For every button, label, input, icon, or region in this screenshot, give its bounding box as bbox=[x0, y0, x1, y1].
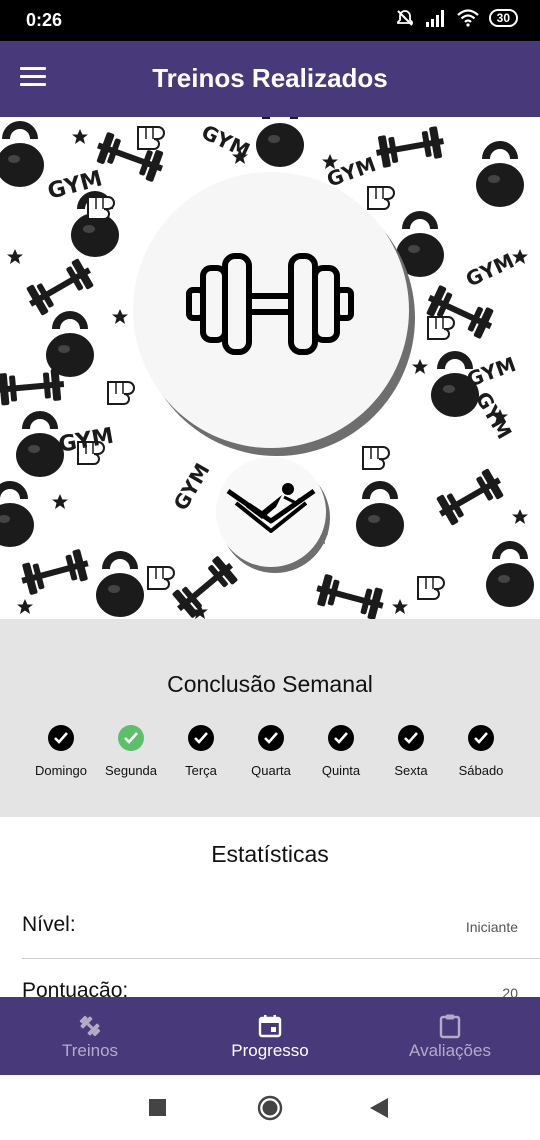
check-circle-icon bbox=[468, 725, 494, 751]
bottom-navigation: Treinos Progresso Avaliações bbox=[0, 997, 540, 1075]
stat-value: 20 bbox=[502, 985, 518, 997]
dumbbell-icon bbox=[79, 1015, 101, 1037]
clipboard-icon bbox=[439, 1014, 461, 1039]
wifi-icon bbox=[456, 9, 479, 27]
battery-icon: 30 bbox=[488, 9, 518, 27]
check-circle-icon bbox=[258, 725, 284, 751]
day-label: Sábado bbox=[458, 763, 504, 778]
check-circle-icon bbox=[48, 725, 74, 751]
signal-icon bbox=[425, 10, 444, 27]
weekday-list: Domingo Segunda Terça Quarta Quinta Sext… bbox=[26, 725, 516, 778]
dumbbell-icon bbox=[186, 253, 354, 355]
nav-item-treinos[interactable]: Treinos bbox=[0, 997, 180, 1075]
nav-item-avaliacoes[interactable]: Avaliações bbox=[360, 997, 540, 1075]
status-icons: 30 bbox=[395, 8, 518, 28]
day-item-sabado: Sábado bbox=[446, 725, 516, 778]
stat-label: Nível: bbox=[22, 913, 76, 936]
day-label: Sexta bbox=[394, 763, 428, 778]
system-navigation-bar bbox=[0, 1075, 540, 1140]
weekly-completion-title: Conclusão Semanal bbox=[167, 671, 373, 697]
nav-label: Progresso bbox=[231, 1041, 309, 1060]
recent-apps-icon[interactable] bbox=[149, 1099, 166, 1116]
divider bbox=[22, 958, 540, 959]
day-label: Domingo bbox=[34, 763, 88, 778]
day-item-segunda: Segunda bbox=[96, 725, 166, 778]
home-icon[interactable] bbox=[257, 1095, 283, 1121]
status-time: 0:26 bbox=[26, 10, 63, 30]
check-circle-icon bbox=[398, 725, 424, 751]
nav-label: Treinos bbox=[61, 1041, 119, 1060]
stat-label: Pontuação: bbox=[22, 979, 129, 997]
back-icon[interactable] bbox=[370, 1098, 388, 1118]
day-label: Quarta bbox=[251, 763, 291, 778]
day-item-quarta: Quarta bbox=[236, 725, 306, 778]
workout-person-icon bbox=[226, 483, 316, 533]
day-item-terca: Terça bbox=[166, 725, 236, 778]
main-dumbbell-badge bbox=[133, 172, 409, 448]
stat-row-score: Pontuação: 20 bbox=[22, 979, 518, 997]
nav-label: Avaliações bbox=[409, 1041, 491, 1060]
status-bar: 0:26 30 bbox=[0, 0, 540, 41]
statistics-section: Estatísticas Nível: Iniciante Pontuação:… bbox=[0, 817, 540, 997]
day-item-sexta: Sexta bbox=[376, 725, 446, 778]
workout-badge bbox=[216, 457, 326, 567]
stat-row-level: Nível: Iniciante bbox=[22, 913, 518, 943]
day-label: Segunda bbox=[104, 763, 158, 778]
weekly-completion-section: Conclusão Semanal Domingo Segunda Terça … bbox=[0, 619, 540, 817]
nav-item-progresso[interactable]: Progresso bbox=[180, 997, 360, 1075]
day-item-quinta: Quinta bbox=[306, 725, 376, 778]
stat-value: Iniciante bbox=[465, 919, 518, 935]
app-bar: Treinos Realizados bbox=[0, 41, 540, 117]
check-circle-icon bbox=[188, 725, 214, 751]
alarm-off-icon bbox=[396, 10, 413, 26]
statistics-title: Estatísticas bbox=[211, 841, 329, 867]
check-circle-icon bbox=[118, 725, 144, 751]
calendar-icon bbox=[258, 1015, 282, 1038]
check-circle-icon bbox=[328, 725, 354, 751]
day-label: Terça bbox=[185, 763, 217, 778]
page-title: Treinos Realizados bbox=[152, 63, 388, 93]
hero-banner: GYM GYM GYM GYM GYM GYM GYM GYM bbox=[0, 117, 540, 619]
day-item-domingo: Domingo bbox=[26, 725, 96, 778]
day-label: Quinta bbox=[321, 763, 361, 778]
